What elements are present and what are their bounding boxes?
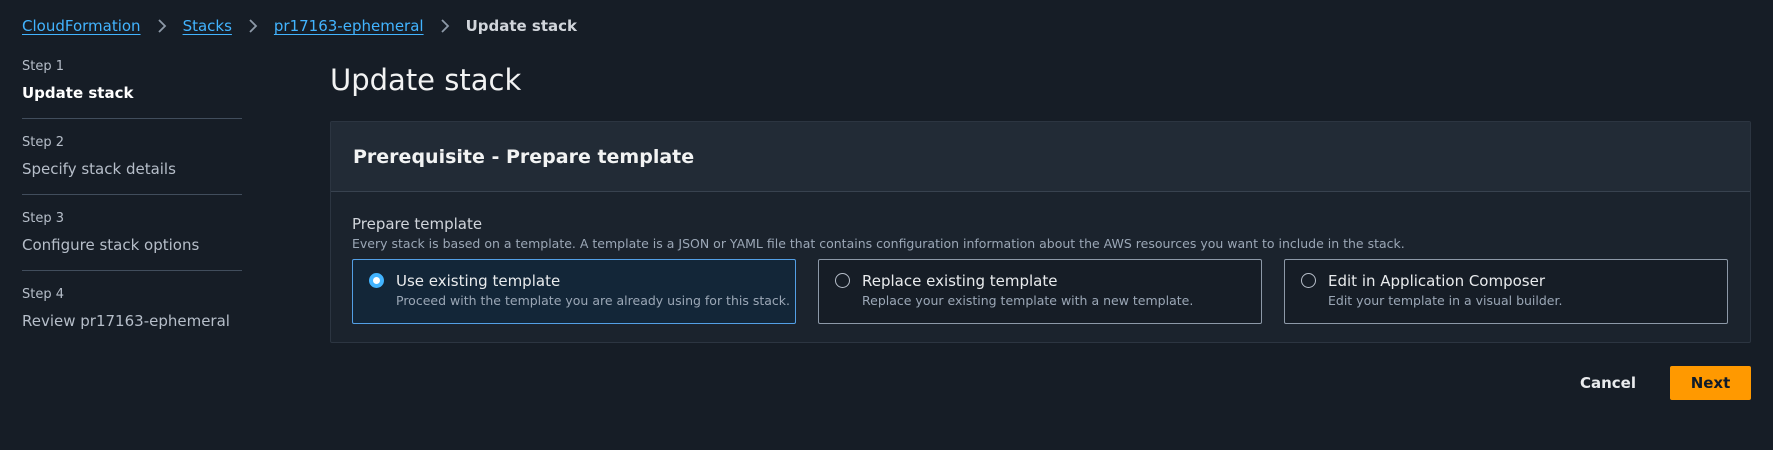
step-number: Step 1 xyxy=(22,59,65,74)
breadcrumb-current: Update stack xyxy=(465,17,578,35)
radio-button-icon[interactable] xyxy=(369,273,384,288)
wizard-step-1: Step 1 Update stack xyxy=(22,57,242,119)
next-button[interactable]: Next xyxy=(1670,366,1751,400)
option-description: Proceed with the template you are alread… xyxy=(396,293,790,308)
option-title: Edit in Application Composer xyxy=(1328,272,1546,290)
radio-button-icon[interactable] xyxy=(1301,273,1316,288)
breadcrumb-link-cloudformation[interactable]: CloudFormation xyxy=(22,17,141,35)
form-actions: Cancel Next xyxy=(1564,366,1751,400)
chevron-right-icon xyxy=(157,19,167,33)
step-title: Update stack xyxy=(22,84,134,102)
breadcrumb-link-stack-name[interactable]: pr17163-ephemeral xyxy=(274,17,424,35)
prepare-template-label: Prepare template xyxy=(352,215,483,233)
panel-header: Prerequisite - Prepare template xyxy=(331,122,1750,192)
radio-button-icon[interactable] xyxy=(835,273,850,288)
breadcrumb-link-stacks[interactable]: Stacks xyxy=(183,17,232,35)
wizard-step-2: Step 2 Specify stack details xyxy=(22,133,242,195)
step-title: Configure stack options xyxy=(22,236,200,254)
cancel-button[interactable]: Cancel xyxy=(1564,366,1652,400)
step-number: Step 3 xyxy=(22,211,65,226)
chevron-right-icon xyxy=(248,19,258,33)
option-replace-existing-template[interactable]: Replace existing template Replace your e… xyxy=(818,259,1262,324)
option-description: Edit your template in a visual builder. xyxy=(1328,293,1563,308)
wizard-step-4: Step 4 Review pr17163-ephemeral xyxy=(22,285,242,346)
chevron-right-icon xyxy=(440,19,450,33)
update-stack-page: CloudFormation Stacks pr17163-ephemeral … xyxy=(0,0,1773,450)
prepare-template-container: Prerequisite - Prepare template Prepare … xyxy=(330,121,1751,343)
page-title: Update stack xyxy=(330,63,522,97)
prepare-template-description: Every stack is based on a template. A te… xyxy=(352,236,1405,251)
option-title: Use existing template xyxy=(396,272,561,290)
step-title: Specify stack details xyxy=(22,160,176,178)
panel-body: Prepare template Every stack is based on… xyxy=(331,192,1750,324)
breadcrumb: CloudFormation Stacks pr17163-ephemeral … xyxy=(22,15,577,37)
option-title: Replace existing template xyxy=(862,272,1058,290)
step-title: Review pr17163-ephemeral xyxy=(22,312,230,330)
wizard-step-3: Step 3 Configure stack options xyxy=(22,209,242,271)
step-number: Step 2 xyxy=(22,135,65,150)
template-option-tiles: Use existing template Proceed with the t… xyxy=(352,259,1729,324)
wizard-steps-nav: Step 1 Update stack Step 2 Specify stack… xyxy=(22,57,242,360)
option-edit-in-application-composer[interactable]: Edit in Application Composer Edit your t… xyxy=(1284,259,1728,324)
option-description: Replace your existing template with a ne… xyxy=(862,293,1194,308)
panel-title: Prerequisite - Prepare template xyxy=(353,145,695,168)
option-use-existing-template[interactable]: Use existing template Proceed with the t… xyxy=(352,259,796,324)
step-number: Step 4 xyxy=(22,287,65,302)
